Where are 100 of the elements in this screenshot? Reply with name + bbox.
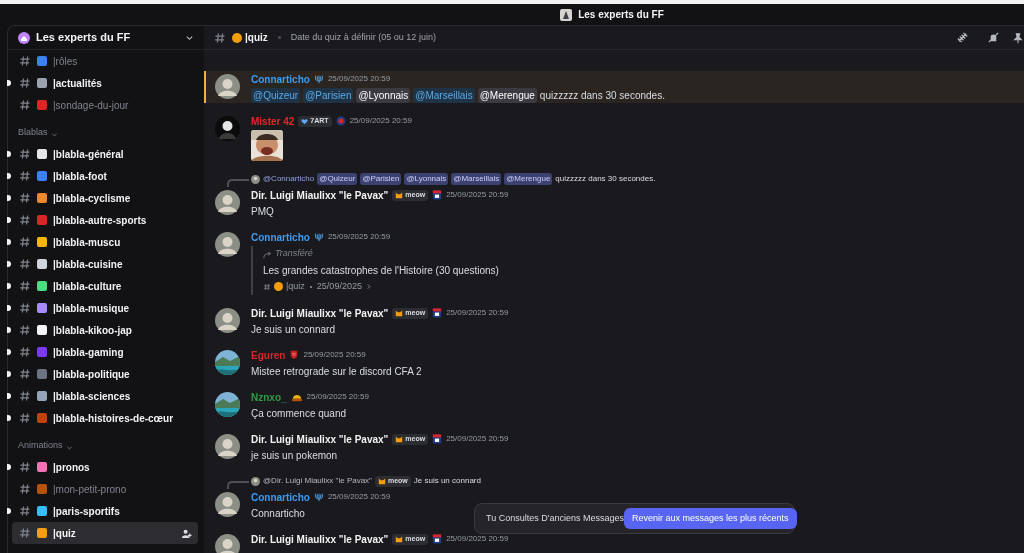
message-text: je suis un pokemon: [251, 448, 338, 463]
channel-name: |blabla-cuisine: [53, 257, 124, 272]
channel-name: |paris-sportifs: [53, 504, 121, 519]
mention[interactable]: @Merengue: [504, 173, 553, 185]
channel-item[interactable]: |sondage-du-jour: [12, 94, 198, 116]
channel-name: |actualités: [53, 76, 103, 91]
channel-item[interactable]: |blabla-cyclisme: [12, 187, 198, 209]
author-name[interactable]: Dir. Luigi Miaulixx "le Pavax": [251, 531, 389, 547]
timestamp: 25/09/2025 20:59: [446, 189, 509, 201]
hash-icon: [263, 282, 271, 291]
channel-item[interactable]: |blabla-histoires-de-cœur: [12, 407, 198, 429]
message-text: Connarticho: [251, 506, 305, 521]
avatar: [251, 476, 260, 486]
author-name[interactable]: Nznxo_: [251, 389, 287, 405]
author-name[interactable]: Dir. Luigi Miaulixx "le Pavax": [251, 187, 389, 203]
channel-name: |blabla-gaming: [53, 345, 125, 360]
add-member-icon[interactable]: [181, 527, 192, 539]
author-name[interactable]: Connarticho: [251, 489, 310, 505]
author-name[interactable]: Connarticho: [251, 71, 310, 87]
timestamp: 25/09/2025 20:59: [446, 307, 509, 319]
window-title: Les experts du FF: [578, 8, 664, 22]
message-text: Je suis un connard: [413, 475, 481, 487]
hash-icon: [19, 461, 31, 473]
channel-item[interactable]: |blabla-foot: [12, 165, 198, 187]
jump-to-present-button[interactable]: Revenir aux messages les plus récents: [623, 508, 797, 529]
mention[interactable]: @Quizeur: [251, 87, 301, 103]
author-name[interactable]: Mister 42: [251, 113, 295, 129]
mention[interactable]: @Lyonnais: [404, 173, 449, 185]
channel-item[interactable]: |blabla-autre-sports: [12, 209, 198, 231]
message-text: quizzzzz dans 30 secondes.: [555, 173, 656, 185]
channel-link[interactable]: |quiz: [286, 279, 305, 294]
channel-item[interactable]: |rôles: [12, 50, 198, 72]
channel-name: |blabla-foot: [53, 169, 108, 184]
timestamp: 25/09/2025 20:59: [327, 231, 391, 243]
channel-item[interactable]: |blabla-politique: [12, 363, 198, 385]
channel-name: |rôles: [53, 54, 79, 69]
message-text: Mistee retrograde sur le discord CFA 2: [251, 364, 422, 379]
hash-icon: [19, 324, 31, 336]
hash-icon: [214, 31, 226, 44]
timestamp: 25/09/2025 20:59: [349, 115, 412, 127]
hash-icon: [19, 170, 31, 182]
reply-author[interactable]: @Dir. Luigi Miaulixx "le Pavax": [263, 475, 372, 487]
hash-icon: [19, 368, 31, 380]
notification-mute-icon[interactable]: [987, 31, 1000, 44]
mention[interactable]: @Quizeur: [317, 173, 358, 185]
hash-icon: [19, 302, 31, 314]
channel-item[interactable]: |quiz: [12, 522, 198, 544]
channel-item[interactable]: |blabla-muscu: [12, 231, 198, 253]
hash-icon: [19, 258, 31, 270]
server-icon: [18, 31, 30, 44]
server-name: Les experts du FF: [36, 30, 132, 46]
threads-icon[interactable]: [956, 31, 969, 44]
channel-name: |blabla-général: [53, 147, 125, 162]
author-name[interactable]: Dir. Luigi Miaulixx "le Pavax": [251, 431, 389, 447]
hash-icon: [19, 483, 31, 495]
channel-item[interactable]: |blabla-kikoo-jap: [12, 319, 198, 341]
chevron-down-icon: [185, 33, 194, 42]
timestamp: 25/09/2025 20:59: [446, 533, 509, 545]
channel-item[interactable]: |pronos: [12, 456, 198, 478]
channel-item[interactable]: |blabla-cuisine: [12, 253, 198, 275]
mention[interactable]: @Merengue: [477, 87, 537, 103]
channel-name: |blabla-politique: [53, 367, 131, 382]
mention[interactable]: @Parisien: [303, 87, 354, 103]
channel-name: |blabla-autre-sports: [53, 213, 148, 228]
server-icon: [560, 8, 573, 21]
channel-item[interactable]: |blabla-général: [12, 143, 198, 165]
channel-topic: Date du quiz à définir (05 ou 12 juin): [290, 30, 437, 44]
channel-item[interactable]: |blabla-sciences: [12, 385, 198, 407]
channel-item[interactable]: |paris-sportifs: [12, 500, 198, 522]
channel-item[interactable]: |blabla-gaming: [12, 341, 198, 363]
author-name[interactable]: Connarticho: [251, 229, 310, 245]
reply-spine: [227, 179, 249, 187]
category-label[interactable]: Blablas: [18, 125, 48, 139]
channel-item[interactable]: |blabla-culture: [12, 275, 198, 297]
mention[interactable]: @Parisien: [360, 173, 402, 185]
hash-icon: [19, 148, 31, 160]
channel-name: |blabla-culture: [53, 279, 123, 294]
server-header[interactable]: Les experts du FF: [8, 26, 204, 50]
mention[interactable]: @Marseillais: [413, 87, 475, 103]
author-name[interactable]: Dir. Luigi Miaulixx "le Pavax": [251, 305, 389, 321]
timestamp: 25/09/2025 20:59: [303, 349, 366, 361]
channel-name: |blabla-histoires-de-cœur: [53, 411, 175, 426]
category-label[interactable]: Animations: [18, 438, 63, 452]
channel-item[interactable]: |blabla-musique: [12, 297, 198, 319]
channel-item[interactable]: |mon-petit-prono: [12, 478, 198, 500]
forward-label: Transféré: [275, 247, 313, 261]
hash-icon: [19, 505, 31, 517]
timestamp: 25/09/2025 20:59: [327, 491, 391, 503]
mention[interactable]: @Marseillais: [451, 173, 502, 185]
channel-item[interactable]: |actualités: [12, 72, 198, 94]
emoji-icon: [274, 282, 283, 291]
forward-date: 25/09/2025: [316, 279, 362, 293]
channel-name: |blabla-muscu: [53, 235, 122, 250]
pin-icon[interactable]: [1012, 31, 1024, 44]
channel-title: |quiz: [245, 31, 268, 45]
hash-icon: [19, 77, 31, 89]
mention[interactable]: @Lyonnais: [356, 87, 411, 103]
hash-icon: [19, 236, 31, 248]
hash-icon: [19, 280, 31, 292]
reply-author[interactable]: @Connarticho: [263, 173, 315, 185]
